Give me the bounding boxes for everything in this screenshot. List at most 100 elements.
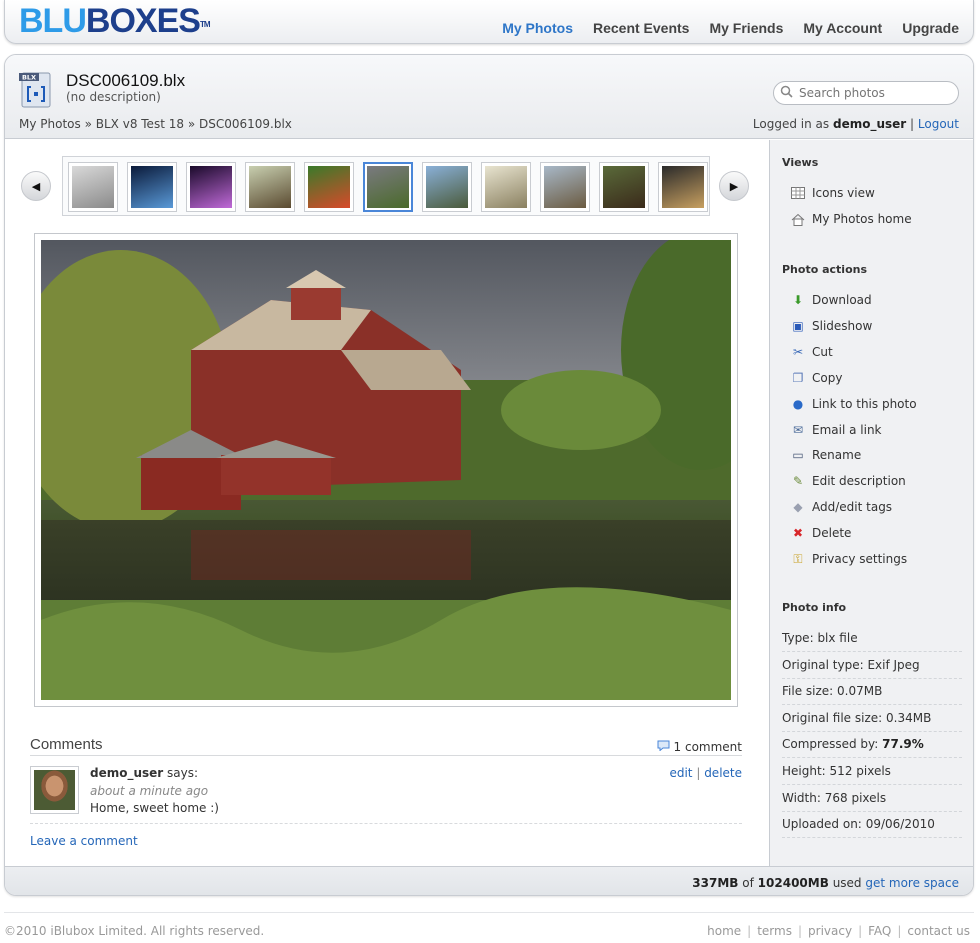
breadcrumb-separator: »	[84, 117, 92, 131]
nav-recent-events[interactable]: Recent Events	[593, 20, 689, 36]
info-row: File size: 0.07MB	[782, 679, 962, 706]
action-download[interactable]: ⬇ Download	[790, 291, 872, 309]
photo-header: BLX DSC006109.blx (no description) My Ph…	[5, 55, 973, 139]
info-row: Width: 768 pixels	[782, 786, 962, 812]
thumbnail-strip	[62, 156, 710, 216]
thumbnail-parrots[interactable]	[304, 162, 354, 212]
info-label: Type:	[782, 631, 814, 645]
thumbnail-portrait[interactable]	[599, 162, 649, 212]
action-privacy-settings[interactable]: ⚿ Privacy settings	[790, 550, 907, 568]
email-icon: ✉	[792, 422, 804, 437]
info-row: Compressed by: 77.9%	[782, 732, 962, 759]
logo-part-blu: BLU	[19, 2, 87, 40]
action-cut[interactable]: ✂ Cut	[790, 343, 833, 361]
search-box[interactable]	[773, 81, 959, 105]
thumbnail-barn[interactable]	[363, 162, 413, 212]
icons-view-label: Icons view	[812, 186, 875, 200]
thumbnail-image	[426, 166, 468, 208]
comment-edit-link[interactable]: edit	[669, 766, 692, 780]
footer-link-contact[interactable]: contact us	[907, 924, 970, 938]
storage-bar: 337MB of 102400MB used get more space	[5, 866, 973, 895]
blx-badge-text: BLX	[22, 74, 36, 82]
copyright-text: ©2010 iBlubox Limited. All rights reserv…	[4, 924, 265, 938]
thumbnail-purple-flare[interactable]	[186, 162, 236, 212]
action-rename[interactable]: ▭ Rename	[790, 446, 861, 464]
sidebar-item-icons-view[interactable]: Icons view	[790, 184, 875, 202]
rename-icon: ▭	[792, 448, 804, 463]
thumbnail-corridor[interactable]	[68, 162, 118, 212]
comment-delete-link[interactable]: delete	[704, 766, 742, 780]
search-input[interactable]	[799, 86, 949, 100]
logged-in-username: demo_user	[832, 117, 907, 131]
comment-count-label: 1 comment	[673, 740, 742, 754]
tag-icon: ◆	[793, 500, 803, 515]
footer-separator: |	[747, 924, 752, 938]
storage-used-label: used	[832, 876, 862, 890]
action-label: Copy	[812, 370, 843, 385]
main-photo[interactable]	[41, 240, 731, 700]
thumbnail-cabin[interactable]	[245, 162, 295, 212]
thumbnail-still-life[interactable]	[658, 162, 708, 212]
logout-link[interactable]: Logout	[918, 117, 959, 131]
main-nav: My Photos Recent Events My Friends My Ac…	[482, 20, 959, 36]
thumbnail-image	[603, 166, 645, 208]
thumbnail-airplane[interactable]	[481, 162, 531, 212]
action-delete[interactable]: ✖ Delete	[790, 524, 851, 542]
footer-link-privacy[interactable]: privacy	[808, 924, 852, 938]
thumbnail-earth[interactable]	[127, 162, 177, 212]
action-label: Slideshow	[812, 318, 873, 333]
footer-link-home[interactable]: home	[707, 924, 741, 938]
action-edit-description[interactable]: ✎ Edit description	[790, 472, 906, 490]
nav-my-account[interactable]: My Account	[803, 20, 882, 36]
thumbnail-image	[367, 166, 409, 208]
footer-link-terms[interactable]: terms	[757, 924, 792, 938]
leave-comment-link[interactable]: Leave a comment	[30, 834, 138, 848]
breadcrumb-album[interactable]: BLX v8 Test 18	[96, 117, 184, 131]
action-link-to-this-photo[interactable]: ● Link to this photo	[790, 395, 917, 413]
footer-link-faq[interactable]: FAQ	[868, 924, 891, 938]
home-icon	[790, 211, 806, 227]
thumbnail-lighthouse[interactable]	[422, 162, 472, 212]
prev-arrow-button[interactable]: ◀	[21, 171, 51, 201]
info-label: Uploaded on:	[782, 817, 862, 832]
download-icon: ⬇	[792, 293, 804, 307]
photo-frame	[34, 233, 738, 707]
comment-count[interactable]: 1 comment	[657, 740, 742, 754]
thumbnail-image	[131, 166, 173, 208]
action-copy[interactable]: ❐ Copy	[790, 369, 843, 387]
sidebar-item-my-photos-home[interactable]: My Photos home	[790, 210, 912, 228]
info-row: Uploaded on: 09/06/2010	[782, 812, 962, 839]
delete-icon: ✖	[792, 526, 804, 541]
photo-content: ◀ ▶ Comments 1 comment demo_user says: a…	[5, 140, 769, 866]
file-title: DSC006109.blx	[66, 71, 186, 90]
login-status: Logged in as demo_user | Logout	[753, 117, 959, 131]
action-label: Rename	[812, 448, 862, 463]
action-label: Privacy settings	[812, 552, 908, 566]
action-label: Edit description	[812, 474, 906, 489]
nav-my-friends[interactable]: My Friends	[709, 20, 783, 36]
bluboxes-logo[interactable]: BLUBOXESTM	[19, 4, 210, 38]
footer-links: home | terms | privacy | FAQ | contact us	[707, 924, 970, 938]
breadcrumb-my-photos[interactable]: My Photos	[19, 117, 81, 131]
next-arrow-button[interactable]: ▶	[719, 171, 749, 201]
site-footer: ©2010 iBlubox Limited. All rights reserv…	[4, 912, 974, 942]
comment-username[interactable]: demo_user	[90, 766, 163, 780]
photo-actions-title: Photo actions	[782, 263, 868, 276]
thumbnail-image	[72, 166, 114, 208]
get-more-space-link[interactable]: get more space	[865, 876, 959, 890]
thumbnail-image	[249, 166, 291, 208]
scissors-icon: ✂	[792, 344, 804, 359]
action-slideshow[interactable]: ▣ Slideshow	[790, 317, 872, 335]
login-separator: |	[910, 117, 915, 131]
nav-my-photos[interactable]: My Photos	[502, 20, 573, 36]
footer-separator: |	[858, 924, 863, 938]
action-label: Cut	[812, 344, 833, 359]
info-value: blx file	[817, 631, 858, 645]
avatar[interactable]	[30, 766, 79, 814]
logo-trademark: TM	[199, 20, 211, 29]
thumbnail-lighthouse-2[interactable]	[540, 162, 590, 212]
action-add-edit-tags[interactable]: ◆ Add/edit tags	[790, 498, 892, 516]
nav-upgrade[interactable]: Upgrade	[902, 20, 959, 36]
comments-title: Comments	[30, 736, 103, 753]
action-email-a-link[interactable]: ✉ Email a link	[790, 421, 882, 439]
